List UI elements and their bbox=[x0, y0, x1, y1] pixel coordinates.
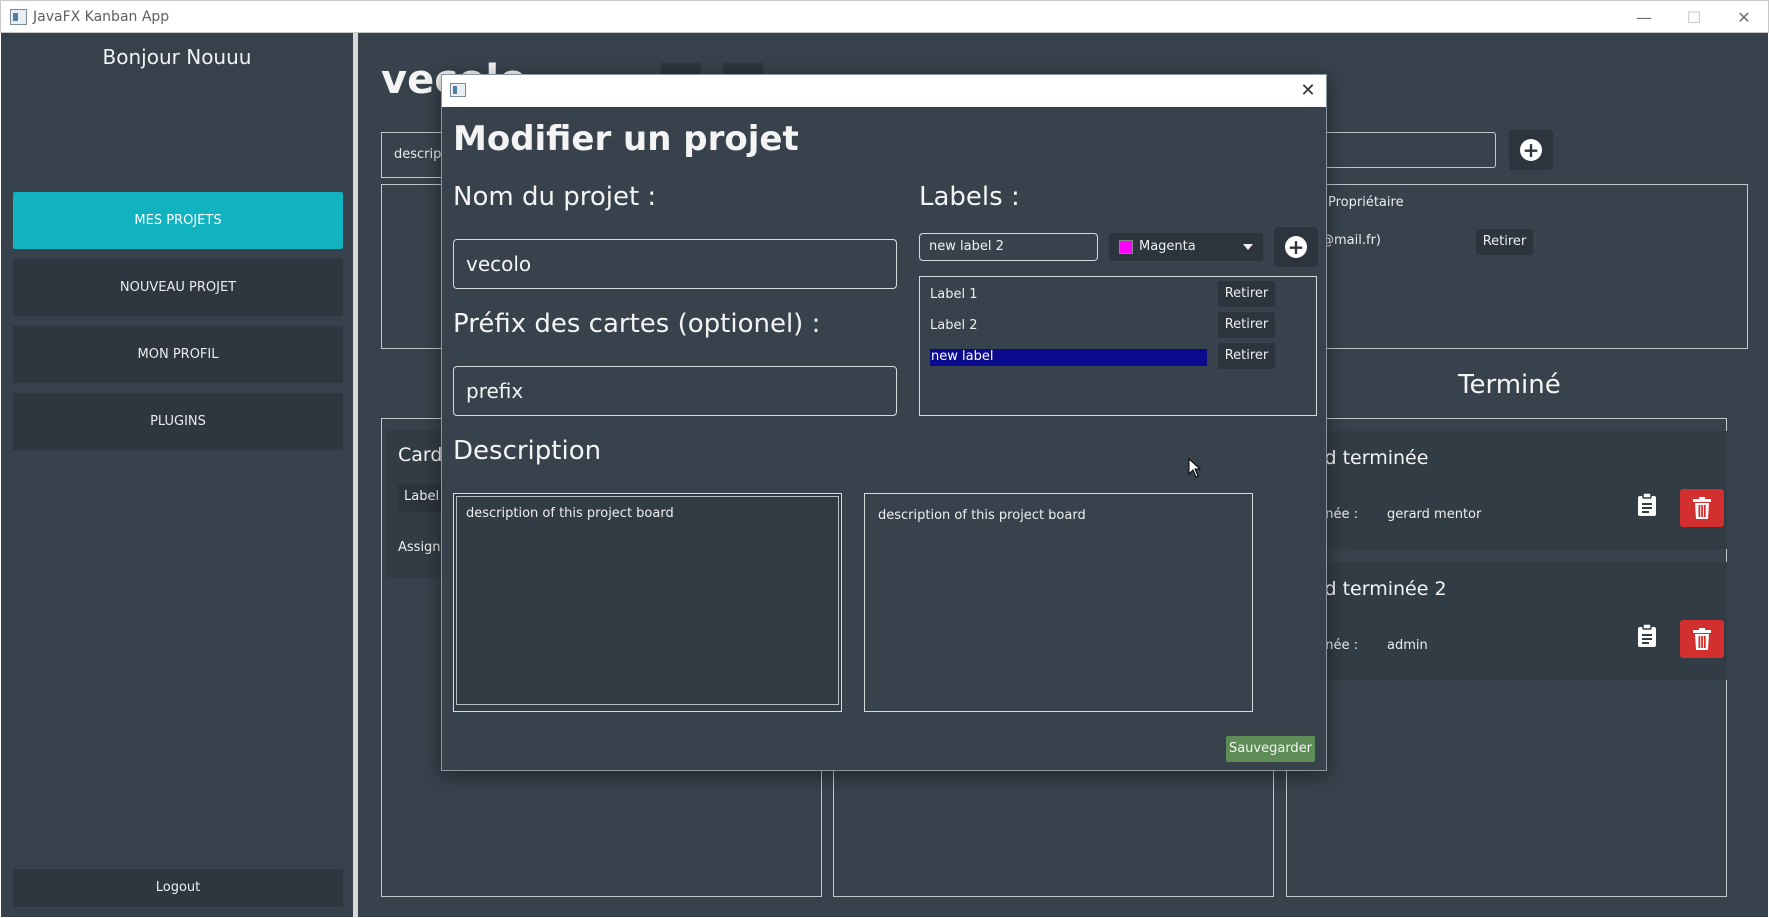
member-search-input[interactable] bbox=[1321, 132, 1496, 168]
remove-label-button[interactable]: Retirer bbox=[1218, 343, 1275, 369]
project-name-input[interactable]: vecolo bbox=[453, 239, 897, 289]
dialog-icon bbox=[450, 83, 466, 97]
remove-label-button[interactable]: Retirer bbox=[1218, 312, 1275, 338]
window-titlebar: JavaFX Kanban App — ☐ ✕ bbox=[0, 0, 1769, 33]
plus-icon: + bbox=[1520, 139, 1542, 161]
trash-icon bbox=[1693, 497, 1711, 519]
card-prefix-label: Préfix des cartes (optionel) : bbox=[453, 309, 821, 339]
description-label: Description bbox=[453, 436, 602, 466]
textarea-inner-border bbox=[456, 496, 839, 705]
sidebar: Bonjour Nouuu MES PROJETS NOUVEAU PROJET… bbox=[1, 33, 353, 917]
labels-label: Labels : bbox=[919, 182, 1020, 212]
remove-label-button[interactable]: Retirer bbox=[1218, 281, 1275, 307]
owner-email: @mail.fr) bbox=[1321, 233, 1381, 248]
card-title: rd terminée 2 bbox=[1317, 578, 1447, 600]
label-color-select[interactable]: Magenta bbox=[1109, 233, 1263, 261]
sidebar-item-mon-profil[interactable]: MON PROFIL bbox=[13, 326, 343, 383]
delete-card-button[interactable] bbox=[1680, 620, 1724, 658]
sidebar-item-nouveau-projet[interactable]: NOUVEAU PROJET bbox=[13, 259, 343, 316]
card-prefix-input[interactable]: prefix bbox=[453, 366, 897, 416]
delete-card-button[interactable] bbox=[1680, 489, 1724, 527]
maximize-button[interactable]: ☐ bbox=[1669, 1, 1719, 34]
project-name-label: Nom du projet : bbox=[453, 182, 657, 212]
greeting: Bonjour Nouuu bbox=[102, 45, 252, 69]
remove-member-button[interactable]: Retirer bbox=[1476, 229, 1533, 255]
card-assignee-name: admin bbox=[1387, 638, 1428, 653]
label-item-name[interactable]: Label 1 bbox=[930, 287, 977, 302]
column-title-done: Terminé bbox=[1458, 370, 1561, 400]
window-title: JavaFX Kanban App bbox=[33, 9, 170, 25]
card-assignee-name: gerard mentor bbox=[1387, 507, 1482, 522]
sidebar-divider bbox=[353, 33, 358, 917]
minimize-button[interactable]: — bbox=[1619, 1, 1669, 34]
description-preview: description of this project board bbox=[864, 493, 1253, 712]
color-select-value: Magenta bbox=[1139, 239, 1196, 254]
new-label-input[interactable]: new label 2 bbox=[919, 233, 1098, 261]
description-textarea[interactable]: description of this project board bbox=[453, 493, 842, 712]
labels-list: Label 1 Retirer Label 2 Retirer new labe… bbox=[919, 276, 1317, 416]
label-item-name-selected[interactable]: new label bbox=[930, 349, 1207, 366]
card-title: Card bbox=[398, 444, 443, 466]
dialog-title: Modifier un projet bbox=[453, 119, 799, 159]
card-item[interactable]: Card Label Assigné bbox=[386, 430, 449, 578]
card-label-badge: Label bbox=[398, 484, 446, 512]
clipboard-icon[interactable] bbox=[1637, 492, 1657, 517]
card-title: rd terminée bbox=[1317, 447, 1429, 469]
edit-project-dialog: ✕ Modifier un projet Nom du projet : vec… bbox=[441, 74, 1327, 771]
chevron-down-icon bbox=[1243, 244, 1253, 250]
trash-icon bbox=[1693, 628, 1711, 650]
app-icon bbox=[10, 9, 27, 25]
add-label-button[interactable]: + bbox=[1274, 227, 1318, 267]
label-item-name[interactable]: Label 2 bbox=[930, 318, 977, 333]
save-button[interactable]: Sauvegarder bbox=[1226, 736, 1315, 762]
card-item[interactable]: rd terminée gnée : gerard mentor bbox=[1291, 431, 1727, 549]
logout-button[interactable]: Logout bbox=[13, 869, 343, 907]
window-close-button[interactable]: ✕ bbox=[1719, 1, 1769, 34]
sidebar-item-plugins[interactable]: PLUGINS bbox=[13, 393, 343, 450]
owner-label: Propriétaire bbox=[1328, 195, 1404, 210]
description-text: description of this project board bbox=[466, 506, 674, 521]
dialog-close-button[interactable]: ✕ bbox=[1294, 77, 1322, 105]
mouse-cursor-icon bbox=[1188, 458, 1202, 478]
dialog-titlebar: ✕ bbox=[442, 75, 1326, 107]
card-item[interactable]: rd terminée 2 gnée : admin bbox=[1291, 562, 1727, 680]
add-member-button[interactable]: + bbox=[1509, 130, 1553, 170]
sidebar-item-mes-projets[interactable]: MES PROJETS bbox=[13, 192, 343, 249]
clipboard-icon[interactable] bbox=[1637, 623, 1657, 648]
plus-icon: + bbox=[1285, 236, 1307, 258]
color-swatch bbox=[1119, 240, 1133, 254]
